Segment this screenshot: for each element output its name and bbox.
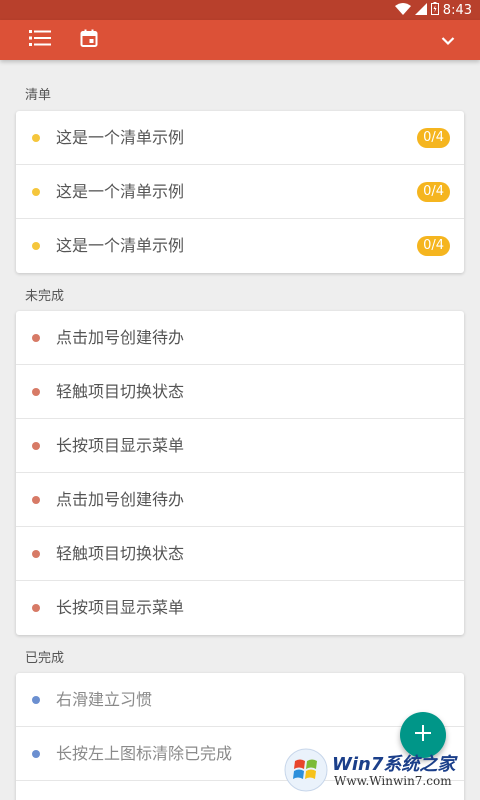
todo-dot-icon [32,496,40,504]
list-view-button[interactable] [26,26,54,54]
list-item-label: 这是一个清单示例 [56,182,185,201]
progress-badge: 0/4 [417,236,450,256]
status-icons: 8:43 [394,2,472,19]
wifi-icon [394,2,411,19]
section-title-lists: 清单 [25,88,52,103]
watermark-url: Www.Winwin7.com [334,774,452,788]
plus-icon [414,724,432,746]
todo-dot-icon [32,388,40,396]
todo-item-label: 长按项目显示菜单 [56,436,185,455]
todo-item-label: 轻触项目切换状态 [56,544,185,563]
section-title-completed: 已完成 [25,651,65,666]
lists-card: 这是一个清单示例 0/4 这是一个清单示例 0/4 这是一个清单示例 0/4 [16,111,464,273]
main-content: 清单 这是一个清单示例 0/4 这是一个清单示例 0/4 这是一个清单示例 0/… [0,60,480,800]
list-item-label: 这是一个清单示例 [56,236,185,255]
done-item[interactable]: 右滑建立习惯 [16,673,464,727]
todo-item-label: 长按项目显示菜单 [56,598,185,617]
todo-item[interactable]: 长按项目显示菜单 [16,419,464,473]
battery-icon [430,2,439,19]
list-dot-icon [32,134,40,142]
list-item[interactable]: 这是一个清单示例 0/4 [16,219,464,273]
list-item-label: 这是一个清单示例 [56,128,185,147]
list-item[interactable]: 这是一个清单示例 0/4 [16,111,464,165]
status-bar: 8:43 [0,0,480,20]
todo-item-label: 点击加号创建待办 [56,328,185,347]
todo-item-label: 点击加号创建待办 [56,490,185,509]
chevron-down-icon [441,31,455,50]
status-time: 8:43 [442,3,472,18]
todo-dot-icon [32,604,40,612]
done-item-label: 右滑建立习惯 [56,690,153,709]
app-toolbar [0,20,480,60]
list-dot-icon [32,188,40,196]
progress-badge: 0/4 [417,182,450,202]
todo-item[interactable]: 长按项目显示菜单 [16,581,464,635]
signal-icon [414,2,427,19]
todo-item[interactable]: 点击加号创建待办 [16,473,464,527]
list-item[interactable]: 这是一个清单示例 0/4 [16,165,464,219]
list-icon [29,29,51,51]
todo-item-label: 轻触项目切换状态 [56,382,185,401]
list-dot-icon [32,242,40,250]
done-item-label: 长按左上图标清除已完成 [56,744,233,763]
incomplete-card: 点击加号创建待办 轻触项目切换状态 长按项目显示菜单 点击加号创建待办 轻触项目… [16,311,464,635]
todo-item[interactable]: 轻触项目切换状态 [16,527,464,581]
watermark-brand: Win7系统之家 [332,754,456,775]
todo-dot-icon [32,334,40,342]
calendar-view-button[interactable] [75,26,103,54]
watermark: Win7系统之家 Www.Winwin7.com [282,746,476,796]
done-dot-icon [32,750,40,758]
todo-item[interactable]: 点击加号创建待办 [16,311,464,365]
todo-dot-icon [32,442,40,450]
windows-logo-icon [284,748,328,796]
progress-badge: 0/4 [417,128,450,148]
section-title-incomplete: 未完成 [25,289,65,304]
dropdown-button[interactable] [434,26,462,54]
todo-dot-icon [32,550,40,558]
todo-item[interactable]: 轻触项目切换状态 [16,365,464,419]
calendar-icon [80,29,98,51]
done-dot-icon [32,696,40,704]
